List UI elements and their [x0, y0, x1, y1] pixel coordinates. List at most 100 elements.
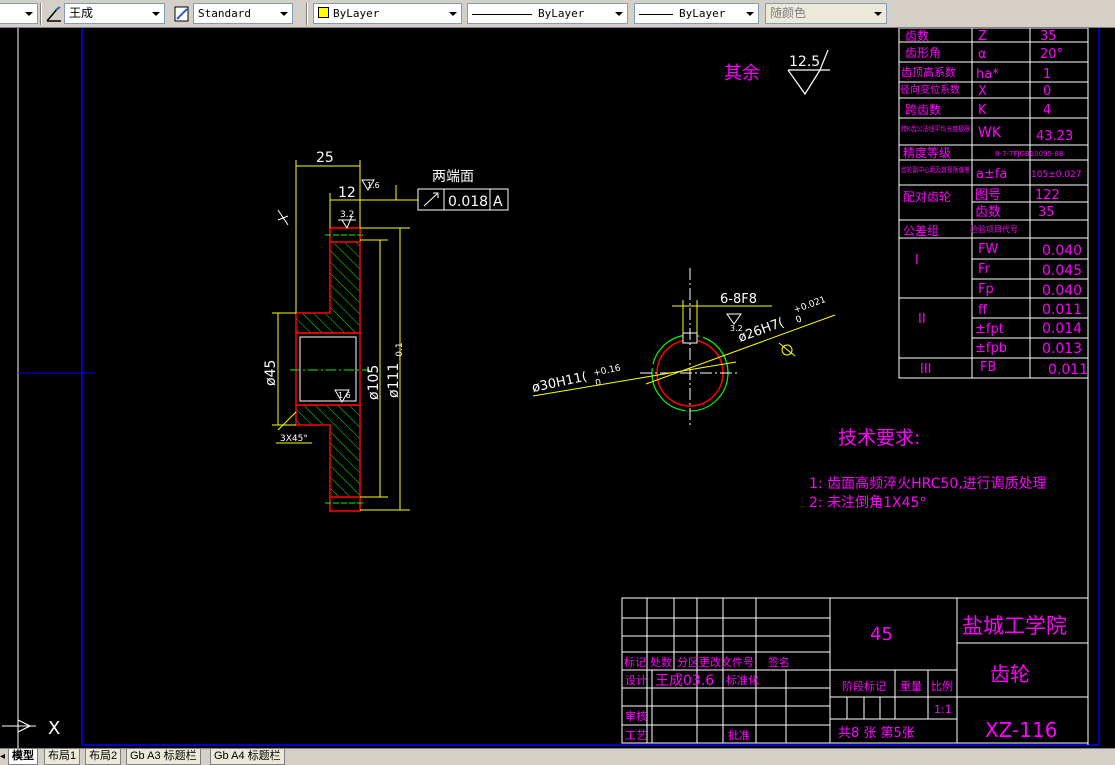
- group-item-symbol: FB: [980, 360, 996, 375]
- dim-25: 25: [316, 150, 334, 166]
- row-symbol: 检验项目代号: [970, 224, 1018, 234]
- row-label: 跨齿数: [905, 102, 941, 117]
- row-value: 43.23: [1036, 129, 1073, 144]
- row-label: 公差组: [903, 224, 939, 238]
- gear-table-text: 齿数 Z 35 齿形角 α 20° 齿顶高系数 ha* 1 径向变位系数 X 0…: [900, 28, 1088, 378]
- tab-gb-a4[interactable]: Gb A4 标题栏: [210, 749, 285, 765]
- surface-roughness-note: 其余 12.5: [724, 49, 830, 96]
- tab-scroll-icon[interactable]: ◂: [0, 749, 5, 764]
- toolbar-separator: [306, 3, 308, 25]
- linetype-value: ByLayer: [538, 7, 585, 20]
- color-combo[interactable]: ByLayer: [313, 3, 462, 24]
- roughness-label: 其余: [724, 63, 760, 84]
- roughness-value: 12.5: [789, 54, 820, 70]
- bore-26-label: ø26H7(: [736, 315, 786, 345]
- roughness-symbol-icon: [787, 69, 830, 96]
- row-symbol: WK: [978, 125, 1002, 141]
- dimension-style-icon[interactable]: [44, 4, 64, 24]
- row-symbol: α: [978, 47, 987, 62]
- review-label: 审核: [625, 709, 647, 723]
- group-item-value: 0.040: [1042, 243, 1082, 259]
- bore-end-view: 6-8F8 3.2 ø26H7( +0.021 0 ø30H11( +0.16 …: [531, 268, 836, 425]
- plot-style-value: 随颜色: [770, 6, 807, 20]
- title-block-text: 45 盐城工学院 齿轮 XZ-116 标记 处数 分区 更改文件号 签名 设计 …: [624, 614, 1067, 742]
- stage-mark-label: 阶段标记: [842, 679, 886, 693]
- bore-30-tol-low: 0: [595, 378, 603, 389]
- group-item-symbol: Fp: [978, 282, 994, 297]
- dimension-style-value: 王成: [69, 6, 94, 20]
- group-name: II: [918, 312, 926, 327]
- tab-model[interactable]: 模型: [8, 749, 38, 765]
- requirements-title: 技术要求:: [838, 427, 920, 449]
- tab-layout-2[interactable]: 布局2: [85, 749, 122, 765]
- header-zone: 分区: [677, 656, 699, 669]
- dia-111-tol: -0.1: [395, 342, 405, 360]
- leftmost-combo[interactable]: [0, 3, 38, 24]
- group-item-symbol: FW: [978, 242, 998, 257]
- group-name: I: [915, 253, 919, 268]
- group-item-value: 0.013: [1042, 341, 1082, 357]
- text-style-combo[interactable]: Standard: [193, 3, 293, 24]
- row-value: 35: [1040, 29, 1057, 44]
- group-item-value: 0.014: [1042, 321, 1082, 337]
- requirement-item-2: 2: 未注倒角1X45°: [809, 495, 926, 511]
- material: 45: [870, 624, 893, 645]
- drawing-canvas[interactable]: 其余 12.5 25 12 3.2 1.6 两端面 0.018 A ø105 ø…: [0, 27, 1115, 748]
- group-item-symbol: ±fpt: [975, 322, 1004, 337]
- header-count: 处数: [650, 656, 672, 669]
- color-value: ByLayer: [333, 7, 380, 20]
- group-item-value: 0.011: [1042, 302, 1082, 318]
- design-date: 03.6: [683, 673, 714, 689]
- group-item-symbol: ±fpb: [975, 341, 1007, 356]
- row-symbol: 齿数: [975, 205, 1001, 220]
- group-item-symbol: ff: [978, 303, 988, 318]
- row-label: 齿形角: [905, 46, 941, 60]
- row-label: 精度等级: [903, 145, 951, 160]
- roughness-3-2: 3.2: [340, 210, 354, 220]
- row-symbol: K: [978, 103, 987, 118]
- text-style-icon[interactable]: [172, 4, 192, 24]
- dim-12: 12: [338, 185, 356, 201]
- runout-arrow-icon: [423, 192, 439, 207]
- row-symbol: ha*: [976, 67, 999, 82]
- layout-tabs: ◂ 模型 布局1 布局2 Gb A3 标题栏 Gb A4 标题栏: [0, 748, 1115, 765]
- standardize-label: 标准化: [726, 673, 759, 687]
- datum-label: A: [493, 194, 503, 210]
- lineweight-combo[interactable]: ByLayer: [634, 3, 759, 24]
- sheet-count: 共8 张 第5张: [838, 726, 915, 741]
- roughness-leader: [819, 49, 829, 71]
- group-item-value: 0.045: [1042, 263, 1082, 279]
- requirement-item-1: 1: 齿面高频淬火HRC50,进行调质处理: [809, 475, 1047, 492]
- roughness-1-6-bore: 1.6: [338, 391, 351, 400]
- lineweight-value: ByLayer: [679, 7, 726, 20]
- row-value: 0: [1043, 84, 1051, 99]
- row-label: 配对齿轮: [903, 190, 951, 204]
- group-item-value: 0.011: [1048, 362, 1088, 378]
- row-symbol: 8-7-7FJGB10095-88: [995, 150, 1063, 158]
- dimension-style-combo[interactable]: 王成: [64, 3, 165, 24]
- row-symbol: X: [978, 84, 987, 99]
- color-swatch-icon: [318, 7, 329, 18]
- bore-30-tol-up: +0.16: [593, 363, 622, 379]
- row-value: 4: [1043, 103, 1051, 118]
- tab-gb-a3[interactable]: Gb A3 标题栏: [126, 749, 201, 765]
- row-label: 齿数: [905, 28, 929, 43]
- dia-105: ø105: [366, 365, 382, 400]
- group-item-symbol: Fr: [978, 262, 991, 277]
- row-symbol: 图号: [975, 188, 1001, 203]
- group-item-value: 0.040: [1042, 283, 1082, 299]
- header-change-doc: 更改文件号: [699, 655, 754, 669]
- tab-layout-1[interactable]: 布局1: [44, 749, 81, 765]
- linetype-combo[interactable]: ByLayer: [467, 3, 628, 24]
- drawing-svg[interactable]: 其余 12.5 25 12 3.2 1.6 两端面 0.018 A ø105 ø…: [0, 27, 1115, 748]
- row-value: 35: [1038, 205, 1055, 220]
- runout-label: 两端面: [432, 169, 474, 185]
- designer-name: 王成: [655, 673, 683, 689]
- gear-section-view: 25 12 3.2 1.6 两端面 0.018 A ø105 ø111 -0.1: [263, 150, 509, 512]
- bore-26-tol-up: +0.021: [793, 295, 828, 316]
- linetype-sample-icon: [472, 13, 532, 15]
- properties-toolbar: 王成 Standard ByLayer ByLayer ByLayer 随颜色: [0, 0, 1115, 28]
- row-symbol: Z: [978, 29, 987, 44]
- weight-label: 重量: [900, 679, 922, 693]
- technical-requirements: 技术要求: 1: 齿面高频淬火HRC50,进行调质处理 2: 未注倒角1X45°: [809, 427, 1047, 511]
